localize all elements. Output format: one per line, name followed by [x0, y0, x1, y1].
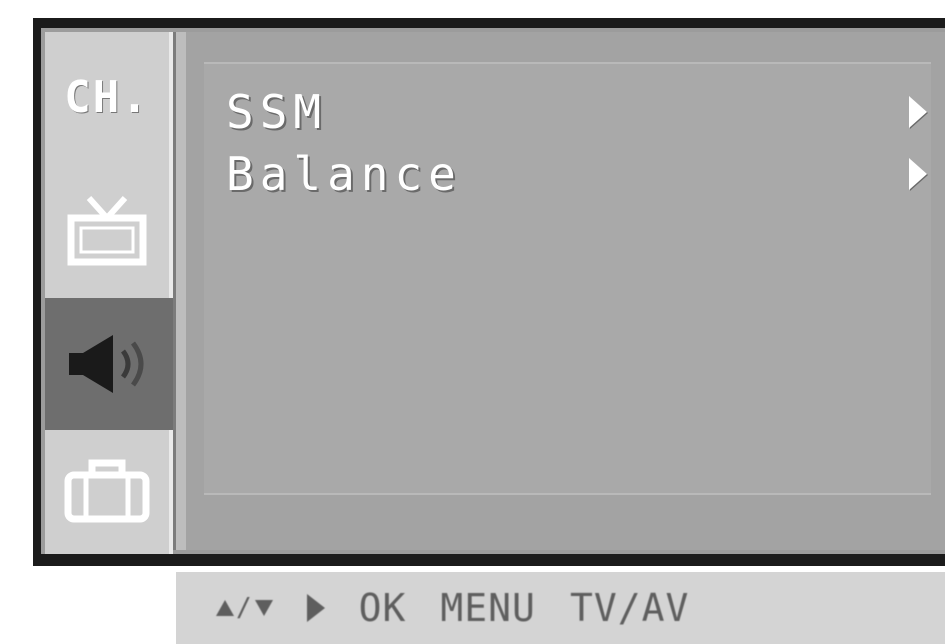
tv-icon	[67, 195, 147, 266]
toolbox-icon	[64, 459, 150, 523]
right-arrow-icon	[306, 594, 325, 622]
menu-item-ssm-label: SSM	[226, 85, 328, 139]
menu-item-balance-label: Balance	[226, 147, 462, 201]
tab-special[interactable]	[45, 430, 173, 554]
menu-item-balance[interactable]: Balance	[226, 144, 927, 204]
key-guide-row: / OK MENU TV/AV	[216, 582, 689, 634]
speaker-icon	[69, 335, 144, 393]
osd-menu-body: CH. SSM Balance	[41, 28, 945, 554]
osd-menu-frame: CH. SSM Balance	[33, 18, 945, 566]
up-down-arrows-icon: /	[216, 593, 273, 623]
tv-osd-screen: CH. SSM Balance / OK MENU TV/AV	[0, 0, 945, 644]
key-menu-label: MENU	[440, 586, 536, 630]
tab-channel[interactable]: CH.	[45, 32, 173, 162]
menu-tab-column: CH.	[45, 32, 173, 554]
tab-channel-label: CH.	[64, 71, 150, 123]
key-guide-bar: / OK MENU TV/AV	[176, 572, 945, 644]
key-tvav-label: TV/AV	[569, 586, 690, 630]
key-ok-label: OK	[358, 586, 407, 630]
arrow-right-icon	[909, 96, 927, 128]
arrow-right-icon	[909, 158, 927, 190]
tab-sound[interactable]	[45, 298, 173, 430]
menu-item-ssm[interactable]: SSM	[226, 82, 927, 142]
sound-menu-panel: SSM Balance	[186, 32, 945, 550]
tab-divider	[173, 32, 186, 550]
tab-picture[interactable]	[45, 162, 173, 298]
